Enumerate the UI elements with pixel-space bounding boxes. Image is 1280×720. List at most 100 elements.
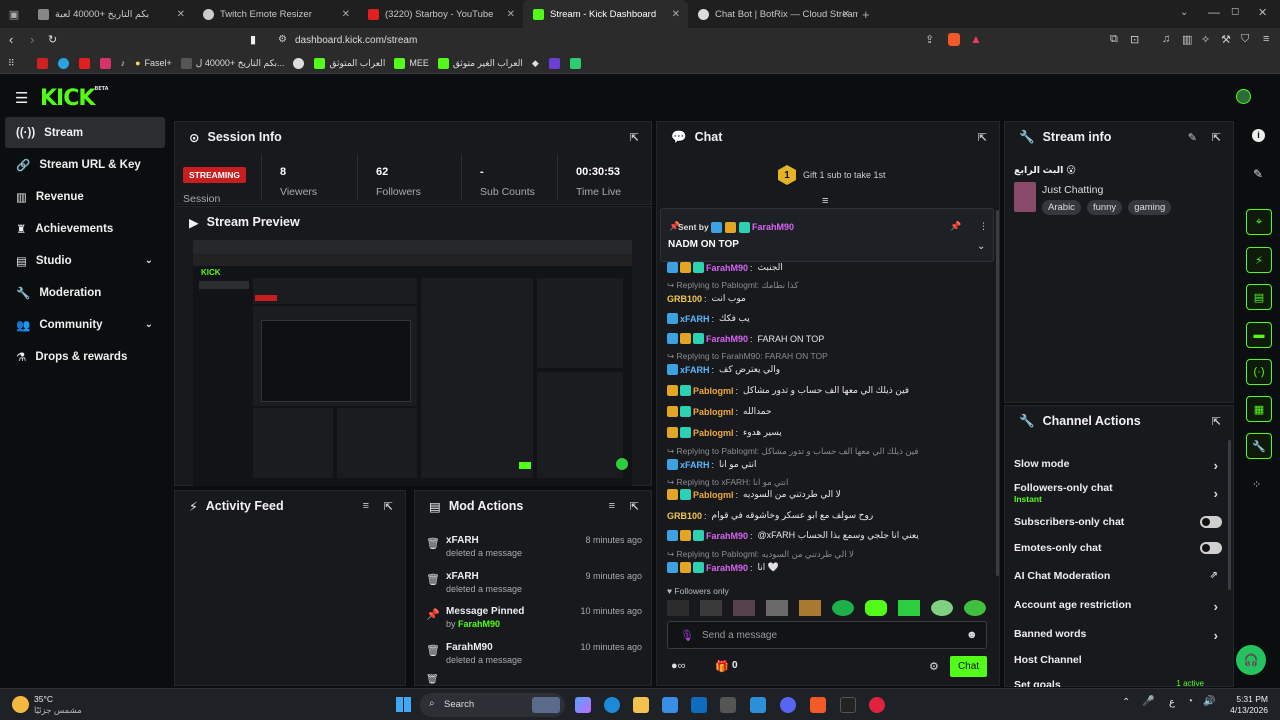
more-icon[interactable]: ⋮	[979, 221, 988, 232]
category-name[interactable]: Just Chatting	[1042, 184, 1103, 196]
opera-icon[interactable]	[869, 697, 885, 713]
chat-settings-icon[interactable]: ⚙	[929, 660, 939, 673]
bookmark-purple-icon[interactable]	[548, 57, 560, 69]
expand-icon[interactable]: ⇱	[630, 131, 639, 144]
forward-icon[interactable]: ›	[30, 32, 34, 47]
followers-only-chat[interactable]: Followers-only chat Instant ›	[1014, 482, 1224, 506]
volume-icon[interactable]: 🔊	[1203, 696, 1215, 707]
expand-icon[interactable]: ⇱	[384, 500, 393, 513]
kick-logo[interactable]: KICKBETA	[40, 86, 109, 111]
emote-icon[interactable]	[832, 600, 854, 616]
expand-icon[interactable]: ⇱	[1212, 131, 1221, 144]
chat-username[interactable]: FarahM90	[706, 531, 748, 541]
support-headset-icon[interactable]: 🎧	[1236, 645, 1266, 675]
emote-icon[interactable]	[799, 600, 821, 616]
tab-list-icon[interactable]: ▣	[0, 8, 28, 21]
rail-stream-icon[interactable]: (·)	[1246, 359, 1272, 385]
slow-mode[interactable]: Slow mode ›	[1014, 458, 1224, 473]
emoji-icon[interactable]: ☻	[966, 629, 978, 641]
sidebar-item-studio[interactable]: ▤ Studio ⌄	[5, 245, 165, 276]
terminal-icon[interactable]	[840, 697, 856, 713]
share-icon[interactable]: ⇪	[925, 33, 934, 46]
weather-icon[interactable]	[12, 696, 29, 713]
sidebar-item-achievements[interactable]: ♜ Achievements	[5, 213, 165, 244]
gift-text[interactable]: Gift 1 sub to take 1st	[803, 170, 886, 180]
sidebar-toggle-icon[interactable]: ▥	[1182, 33, 1192, 46]
kick-points-icon[interactable]: ●∞	[671, 660, 686, 672]
tray-expand-icon[interactable]: ⌃	[1122, 697, 1130, 708]
chat-message[interactable]: Pablogml: حمدالله	[667, 406, 772, 417]
set-goals[interactable]: Set goals 1 active	[1014, 679, 1224, 687]
screenshot-icon[interactable]: ⊡	[1130, 33, 1139, 46]
chat-message[interactable]: FarahM90: انا 🤍	[667, 562, 779, 573]
chat-username[interactable]: Pablogml	[693, 428, 734, 438]
brave-shield-icon[interactable]	[948, 33, 960, 46]
info-icon[interactable]: i	[1252, 129, 1265, 142]
chat-message[interactable]: FarahM90: @xFARH يعني انا جلجي وسمع بذا ا…	[667, 530, 919, 541]
tiktok-icon[interactable]: ♪	[121, 58, 126, 68]
media-icon[interactable]: ♫	[1162, 33, 1170, 45]
emote-icon[interactable]	[733, 600, 755, 616]
clock-date[interactable]: 4/13/2026	[1224, 705, 1268, 715]
bookmark-verified[interactable]: العراب المتوثق	[314, 57, 385, 69]
rewards-icon[interactable]: ▲	[970, 32, 982, 46]
sidebar-item-moderation[interactable]: 🔧 Moderation	[5, 277, 165, 308]
bookmark-unverified[interactable]: العراب الغير متوثق	[437, 57, 523, 69]
edit-icon[interactable]: ✎	[1188, 131, 1197, 144]
chat-reply-context[interactable]: ↪ Replying to FarahM90: FARAH ON TOP	[667, 351, 828, 362]
emotes-only-chat[interactable]: Emotes-only chat	[1014, 542, 1224, 556]
chat-username[interactable]: Pablogml	[693, 386, 734, 396]
menu-icon[interactable]: ≡	[1263, 33, 1269, 45]
chat-message[interactable]: xFARH: انتي مو انا	[667, 459, 756, 470]
chat-username[interactable]: GRB100	[667, 511, 702, 521]
chat-username[interactable]: FarahM90	[706, 263, 748, 273]
mod-action-item[interactable]: 🗑 FarahM90 deleted a message 10 minutes ago	[426, 642, 642, 668]
window-maximize-icon[interactable]: ◻	[1231, 6, 1239, 17]
category-thumbnail[interactable]	[1014, 182, 1036, 212]
chat-input[interactable]: 🎙 Send a message ☻	[667, 621, 987, 649]
mic-icon[interactable]: 🎤	[1142, 696, 1154, 707]
bookmark-history[interactable]: بكم التاريخ +40000 ل...	[180, 57, 284, 69]
mod-action-item[interactable]: 🗑 xFARH deleted a message 8 minutes ago	[426, 535, 642, 561]
rail-wrench-icon[interactable]: 🔧	[1246, 433, 1272, 459]
extensions-icon[interactable]: ⧉	[1110, 33, 1118, 46]
discord-icon[interactable]	[780, 697, 796, 713]
chat-message[interactable]: GRB100: روح سولف مع ابو عسكر وخاشوقه في ق…	[667, 510, 873, 521]
drops-icon[interactable]: ⁘	[1252, 478, 1261, 491]
browser-tab-1[interactable]: بكم التاريخ +40000 لعبة ✕	[28, 0, 193, 28]
emote-icon[interactable]	[700, 600, 722, 616]
chat-message[interactable]: xFARH: والي يعترض كف	[667, 364, 780, 375]
url-field[interactable]: dashboard.kick.com/stream	[268, 32, 994, 49]
store-icon[interactable]	[662, 697, 678, 713]
banned-words[interactable]: Banned words ›	[1014, 628, 1224, 643]
pinned-message[interactable]: 📌 Sent by FarahM90 NADM ON TOP 📌 ⋮ ⌄	[660, 208, 994, 262]
stream-preview-video[interactable]: KICK	[193, 240, 632, 486]
subscribers-only-chat[interactable]: Subscribers-only chat	[1014, 516, 1224, 530]
sort-icon[interactable]: ≡	[822, 195, 828, 207]
bookmark-icon[interactable]: ▮	[250, 33, 256, 46]
copilot-icon[interactable]	[575, 697, 591, 713]
browser-tab-3[interactable]: (3220) Starboy - YouTube ✕	[358, 0, 523, 28]
wallet-icon[interactable]: ⚒	[1221, 33, 1231, 46]
sidebar-item-stream[interactable]: ((·)) Stream	[5, 117, 165, 148]
browser-tab-4[interactable]: Stream - Kick Dashboard ✕	[523, 0, 688, 28]
brave-icon[interactable]	[810, 697, 826, 713]
tag[interactable]: funny	[1086, 200, 1123, 215]
browser-tab-5[interactable]: Chat Bot | BotRix — Cloud Streaming ✕	[688, 0, 858, 28]
avatar[interactable]	[1236, 89, 1251, 104]
chat-reply-context[interactable]: ↪ Replying to Pablogml: فين ذيلك الي معه…	[667, 446, 918, 457]
edit-icon[interactable]: ✎	[1253, 167, 1263, 181]
tag[interactable]: gaming	[1128, 200, 1172, 215]
chat-scrollbar[interactable]	[996, 210, 999, 576]
close-icon[interactable]: ✕	[177, 9, 185, 20]
emote-icon[interactable]	[964, 600, 986, 616]
rail-clip-icon[interactable]: ⌖	[1246, 209, 1272, 235]
emotes-only-toggle[interactable]	[1200, 542, 1222, 554]
sidebar-item-stream-url-key[interactable]: 🔗 Stream URL & Key	[5, 149, 165, 180]
clock-time[interactable]: 5:31 PM	[1224, 694, 1268, 704]
sidebar-item-community[interactable]: 👥 Community ⌄	[5, 309, 165, 340]
filter-icon[interactable]: ≡	[609, 500, 615, 512]
app-icon[interactable]	[720, 697, 736, 713]
sidebar-item-revenue[interactable]: ▥ Revenue	[5, 181, 165, 212]
chat-username[interactable]: GRB100	[667, 294, 702, 304]
